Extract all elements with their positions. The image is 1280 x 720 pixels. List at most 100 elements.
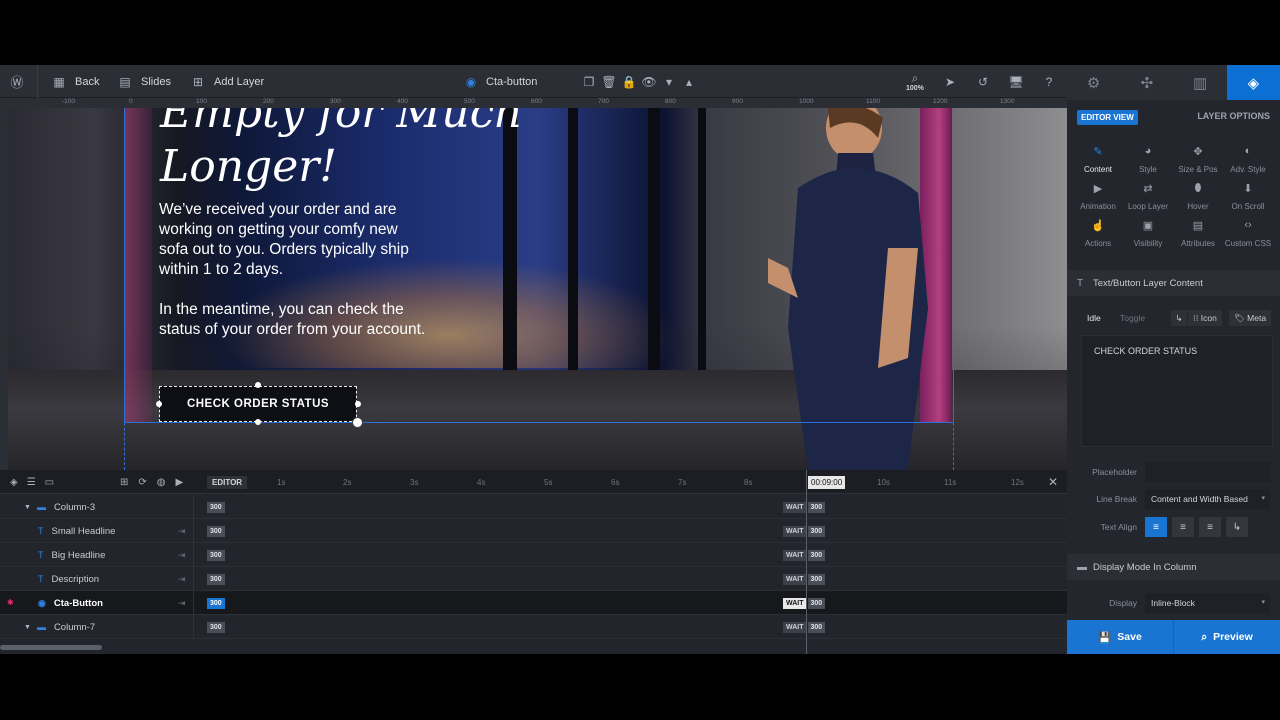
resize-handle[interactable]: [255, 419, 261, 425]
start-duration[interactable]: 300: [207, 550, 225, 561]
timeline-row[interactable]: T Small Headline ⇥ 300 WAIT 300: [0, 519, 1067, 543]
start-duration[interactable]: 300: [207, 526, 225, 537]
option-on-scroll[interactable]: ⬇ On Scroll: [1223, 182, 1273, 211]
zoom-control[interactable]: ⌕ 100%: [906, 65, 924, 98]
option-visibility[interactable]: ▣ Visibility: [1123, 219, 1173, 248]
align-left-icon[interactable]: ≡: [1145, 517, 1167, 537]
resize-handle[interactable]: [156, 401, 162, 407]
wordpress-icon[interactable]: Ⓦ: [10, 65, 24, 98]
option-actions[interactable]: ☝ Actions: [1073, 219, 1123, 248]
navigation-tab-icon[interactable]: ✣: [1120, 65, 1173, 100]
option-label: Loop Layer: [1127, 202, 1169, 211]
caret-down-icon[interactable]: ▼: [24, 504, 31, 511]
timeline-row[interactable]: T Description ⇥ 300 WAIT 300: [0, 567, 1067, 591]
help-icon[interactable]: ?: [1042, 65, 1056, 98]
timeline-row[interactable]: T Big Headline ⇥ 300 WAIT 300: [0, 543, 1067, 567]
duplicate-icon[interactable]: ❐: [582, 75, 596, 89]
cta-button[interactable]: CHECK ORDER STATUS: [159, 386, 357, 422]
timeline-tick: 2s: [343, 478, 352, 487]
layer-selector[interactable]: ◉ Cta-button: [464, 65, 538, 98]
lock-icon[interactable]: 🔒: [622, 75, 637, 89]
timeline-row[interactable]: ✱ ◉ Cta-Button ⇥ 300 WAIT 300: [0, 591, 1067, 615]
text-content-section-header[interactable]: T Text/Button Layer Content: [1067, 270, 1280, 296]
display-select[interactable]: Inline-Block ▾: [1145, 593, 1270, 613]
preview-button[interactable]: ⌕ Preview: [1174, 620, 1280, 654]
line-break-icon[interactable]: ↳: [1171, 310, 1187, 326]
end-wait[interactable]: WAIT 300: [783, 502, 826, 513]
eye-icon[interactable]: 👁: [641, 75, 656, 89]
option-custom-css[interactable]: ‹› Custom CSS: [1223, 219, 1273, 248]
start-duration[interactable]: 300: [207, 502, 225, 513]
end-wait[interactable]: WAIT 300: [783, 598, 826, 609]
display-mode-section-header[interactable]: ▬ Display Mode In Column: [1067, 554, 1280, 580]
content-textarea[interactable]: CHECK ORDER STATUS: [1081, 335, 1273, 447]
timeline-row[interactable]: ▼ ▬ Column-3 300 WAIT 300: [0, 495, 1067, 519]
current-time[interactable]: 00:09:00: [808, 476, 846, 489]
save-button[interactable]: 💾 Save: [1067, 620, 1174, 654]
cursor-icon[interactable]: ➤: [943, 65, 957, 98]
delete-icon[interactable]: 🗑: [601, 75, 616, 89]
desktop-icon[interactable]: 🖥: [1008, 65, 1023, 98]
settings-tab-icon[interactable]: ⚙: [1067, 65, 1120, 100]
add-layer-button[interactable]: ⊞ Add Layer: [191, 65, 264, 98]
resize-handle[interactable]: [355, 401, 361, 407]
option-content[interactable]: ✎ Content: [1073, 145, 1123, 174]
idle-tab[interactable]: Idle: [1077, 307, 1111, 329]
option-hover[interactable]: ⬮ Hover: [1173, 182, 1223, 211]
end-wait[interactable]: WAIT 300: [783, 550, 826, 561]
editor-view-badge[interactable]: EDITOR VIEW: [1077, 110, 1138, 125]
line-break-select[interactable]: Content and Width Based ▾: [1145, 489, 1270, 509]
description-paragraph-1[interactable]: We’ve received your order and are workin…: [159, 200, 429, 280]
option-attributes[interactable]: ▤ Attributes: [1173, 219, 1223, 248]
editor-tag[interactable]: EDITOR: [207, 476, 248, 489]
collapse-arrow-icon[interactable]: ⇥: [178, 543, 186, 567]
layers-tab-icon[interactable]: ◈: [1226, 65, 1280, 100]
loop-icon[interactable]: ⟳: [138, 477, 146, 488]
folder-icon[interactable]: ▭: [45, 477, 54, 488]
placeholder-input[interactable]: [1145, 462, 1270, 482]
undo-icon[interactable]: ↺: [976, 65, 990, 98]
collapse-arrow-icon[interactable]: ⇥: [178, 519, 186, 543]
timeline-row[interactable]: ▼ ▬ Column-7 300 WAIT 300: [0, 615, 1067, 639]
end-wait[interactable]: WAIT 300: [783, 622, 826, 633]
toggle-tab[interactable]: Toggle: [1120, 307, 1145, 329]
button-layer-icon: ◉: [38, 597, 46, 608]
option-size-pos[interactable]: ✥ Size & Pos: [1173, 145, 1223, 174]
icon-button[interactable]: ⁝⁝ Icon: [1188, 310, 1222, 326]
start-duration[interactable]: 300: [207, 574, 225, 585]
slides-button[interactable]: ▤ Slides: [118, 65, 171, 98]
start-duration[interactable]: 300: [207, 622, 225, 633]
align-right-icon[interactable]: ≡: [1199, 517, 1221, 537]
collapse-arrow-icon[interactable]: ⇥: [178, 591, 186, 615]
align-auto-icon[interactable]: ↳: [1226, 517, 1248, 537]
option-loop-layer[interactable]: ⇄ Loop Layer: [1123, 182, 1173, 211]
option-animation[interactable]: ▶ Animation: [1073, 182, 1123, 211]
slides-tab-icon[interactable]: ▥: [1174, 65, 1227, 100]
timeline-scrollbar[interactable]: [0, 645, 102, 650]
caret-down-icon[interactable]: ▼: [24, 624, 31, 631]
option-style[interactable]: ◕ Style: [1123, 145, 1173, 174]
big-headline[interactable]: Empty for Much Longer!: [160, 108, 523, 194]
collapse-arrow-icon[interactable]: ⇥: [178, 567, 186, 591]
visibility-icon: ▣: [1142, 220, 1154, 232]
chevron-up-icon[interactable]: ▴: [682, 75, 696, 89]
resize-handle[interactable]: [255, 382, 261, 388]
chevron-down-icon[interactable]: ▾: [662, 75, 676, 89]
audio-icon[interactable]: ◍: [157, 477, 166, 488]
end-wait[interactable]: WAIT 300: [783, 574, 826, 585]
meta-button[interactable]: 🏷 Meta: [1229, 310, 1272, 326]
layers-icon[interactable]: ◈: [10, 477, 18, 488]
grid-icon[interactable]: ⊞: [120, 477, 128, 488]
start-duration[interactable]: 300: [207, 598, 225, 609]
end-wait[interactable]: WAIT 300: [783, 526, 826, 537]
option-adv-style[interactable]: ◐ Adv. Style: [1223, 145, 1273, 174]
back-button[interactable]: ▦ Back: [52, 65, 99, 98]
close-icon[interactable]: ✕: [1048, 475, 1058, 489]
playhead[interactable]: [806, 470, 807, 654]
align-center-icon[interactable]: ≡: [1172, 517, 1194, 537]
rotate-handle[interactable]: [352, 417, 363, 428]
play-icon[interactable]: ▶: [176, 477, 184, 488]
slide-canvas[interactable]: Empty for Much Longer! We’ve received you…: [8, 108, 1067, 470]
list-icon[interactable]: ☰: [27, 477, 36, 488]
description-paragraph-2[interactable]: In the meantime, you can check the statu…: [159, 300, 429, 340]
